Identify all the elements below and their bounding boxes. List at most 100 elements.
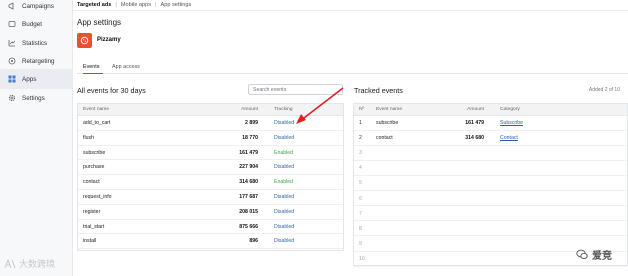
tracking-status[interactable]: Disabled [274,116,294,130]
event-amount: 161 479 [239,149,258,156]
watermark-right-text: 爱竞 [592,251,612,262]
event-name: contact [376,135,393,142]
table-row[interactable]: add_to_cart 2 899 Disabled [78,116,343,131]
sidebar-item-budget[interactable]: Budget [0,14,73,34]
event-amount: 2 899 [245,120,258,126]
tracking-status[interactable]: Enabled [274,175,293,189]
event-name: contact [83,179,100,186]
added-count: Added 2 of 10 [588,87,620,93]
pizza-logo-icon [80,36,89,45]
tracked-events-title: Tracked events [354,86,403,95]
row-number: 9 [359,240,362,247]
sidebar-item-statistics[interactable]: Statistics [0,33,73,53]
table-row[interactable]: flush 18 770 Disabled [78,131,343,146]
event-name: flush [83,134,94,141]
app-logo [77,33,92,48]
event-name: trial_start [83,223,105,230]
breadcrumb-item: App settings [160,2,192,8]
event-name: register [83,208,101,215]
event-name: subscribe [376,120,399,126]
event-name: add_to_cart [83,120,111,126]
table-header: Event name Amount Tracking [78,104,343,116]
apps-grid-icon [8,75,16,83]
column-header-tracking: Tracking [274,107,293,112]
tab-app-access[interactable]: App access [112,62,140,74]
event-name: subscribe [83,149,106,156]
sidebar-item-label: Settings [22,94,45,102]
column-header-category: Category [500,107,520,112]
sidebar-item-label: Budget [22,20,42,28]
table-row: 7 [354,207,627,222]
tracking-status[interactable]: Disabled [274,234,294,248]
sidebar-item-retargeting[interactable]: Retargeting [0,51,73,71]
event-name: request_info [83,194,112,200]
column-header-event-name: Event name [83,107,110,112]
sidebar: Campaigns Budget Statistics Retargeting … [0,0,73,276]
search-events-input[interactable] [248,84,343,95]
table-row: 6 [354,192,627,207]
watermark-left-text: 大数跨境 [19,259,56,269]
event-amount: 208 015 [239,208,258,215]
watermark-right: 爱竞 [576,247,612,262]
table-row[interactable]: request_info 177 687 Disabled [78,190,343,205]
event-amount: 314 680 [465,135,484,142]
breadcrumb-item[interactable]: Targeted ads [77,2,111,8]
sidebar-item-label: Retargeting [22,57,55,65]
breadcrumb-separator: | [115,2,117,8]
watermark-left: 大数跨境 [4,257,55,270]
category-link[interactable]: Subscribe [500,116,523,130]
sidebar-item-label: Campaigns [22,2,54,10]
sidebar-item-settings[interactable]: Settings [0,88,73,108]
table-row[interactable]: register 208 015 Disabled [78,205,343,220]
table-row[interactable]: install 896 Disabled [78,234,343,250]
header-divider [73,10,628,11]
row-number: 2 [359,135,362,142]
breadcrumb: Targeted ads | Mobile apps | App setting… [77,2,191,8]
statistics-icon [8,39,16,47]
tracking-status[interactable]: Disabled [274,160,294,174]
breadcrumb-item[interactable]: Mobile apps [121,2,151,8]
column-header-amount: Amount [241,107,258,112]
page-title: App settings [77,18,122,27]
app-name: Pizzamy [97,37,121,43]
table-row[interactable]: subscribe 161 479 Enabled [78,146,343,161]
table-row[interactable]: contact 314 680 Enabled [78,175,343,190]
tracking-status[interactable]: Enabled [274,146,293,160]
event-amount: 18 770 [242,134,258,141]
category-link[interactable]: Contact [500,131,518,145]
event-amount: 314 680 [239,179,258,186]
all-events-table: Event name Amount Tracking add_to_cart 2 … [77,103,344,251]
table-row: 8 [354,222,627,237]
row-number: 8 [359,225,362,232]
table-header: Nº Event name Amount Category [354,104,627,116]
gear-icon [8,94,16,102]
tracking-status[interactable]: Disabled [274,205,294,219]
tracking-status[interactable]: Disabled [274,220,294,234]
budget-icon [8,20,16,28]
tracking-status[interactable]: Disabled [274,131,294,145]
row-number: 5 [359,180,362,187]
row-number: 3 [359,150,362,157]
event-amount: 875 666 [239,223,258,230]
table-row: 1 subscribe 161 479 Subscribe [354,116,627,131]
table-row[interactable]: purchase 227 904 Disabled [78,160,343,176]
table-row: 2 contact 314 680 Contact [354,131,627,146]
column-header-amount: Amount [467,107,484,112]
event-amount: 227 904 [239,164,258,171]
retargeting-icon [8,57,16,65]
sidebar-item-label: Apps [22,75,37,83]
column-header-number: Nº [359,107,365,112]
wechat-icon [576,249,588,260]
event-amount: 161 479 [465,120,484,126]
event-amount: 177 687 [239,194,258,200]
row-number: 10 [359,255,365,262]
table-row[interactable]: trial_start 875 666 Disabled [78,220,343,235]
tab-bar: Events App access [77,62,628,74]
tracking-status[interactable]: Disabled [274,190,294,204]
campaigns-icon [8,2,16,10]
sidebar-item-apps[interactable]: Apps [0,69,73,89]
tab-events[interactable]: Events [83,62,103,74]
row-number: 1 [359,120,362,126]
row-number: 6 [359,195,362,202]
table-row: 4 [354,161,627,177]
